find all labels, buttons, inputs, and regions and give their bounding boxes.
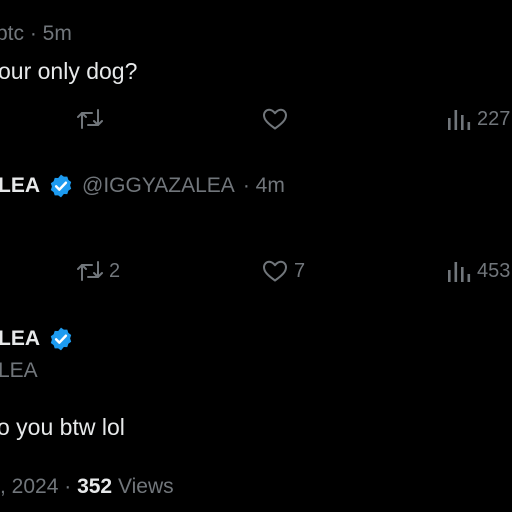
post2-repost-button[interactable]: 2: [77, 259, 120, 283]
post2-repost-count: 2: [109, 259, 121, 282]
post3-views-label: Views: [117, 475, 174, 498]
post2-views-count: 453: [477, 259, 511, 282]
post2-header: LEA @IGGYAZALEA · 4m: [0, 173, 285, 199]
post3-date[interactable]: , 2024: [0, 475, 58, 498]
post1-time[interactable]: · 5m: [30, 22, 72, 45]
post3-separator: ·: [64, 475, 72, 498]
analytics-icon: [447, 107, 471, 131]
post2-views-button[interactable]: 453: [447, 259, 510, 283]
post3-author: LEA: [0, 326, 74, 352]
post3-views-count: 352: [77, 475, 113, 498]
post2-time[interactable]: · 4m: [243, 174, 285, 198]
post2-handle[interactable]: @IGGYAZALEA: [82, 174, 235, 198]
post1-views-count: 227: [477, 107, 511, 130]
post1-repost-button[interactable]: [77, 107, 103, 131]
heart-icon: [262, 259, 288, 283]
analytics-icon: [447, 259, 471, 283]
post2-display-name[interactable]: LEA: [0, 174, 40, 198]
heart-icon: [262, 107, 288, 131]
verified-badge-icon: [48, 173, 74, 199]
post3-meta: , 2024 · 352 Views: [0, 475, 174, 499]
post1-text: our only dog?: [0, 58, 138, 84]
post3-handle[interactable]: LEA: [0, 359, 38, 383]
repost-icon: [77, 107, 103, 131]
post2-like-button[interactable]: 7: [262, 259, 305, 283]
post1-header: btc · 5m: [0, 22, 72, 46]
repost-icon: [77, 259, 103, 283]
post3-display-name[interactable]: LEA: [0, 327, 40, 351]
post1-handle[interactable]: btc: [0, 22, 24, 45]
post1-like-button[interactable]: [262, 107, 288, 131]
post3-text: o you btw lol: [0, 414, 125, 440]
post1-views-button[interactable]: 227: [447, 107, 510, 131]
post2-like-count: 7: [294, 259, 306, 282]
verified-badge-icon: [48, 326, 74, 352]
